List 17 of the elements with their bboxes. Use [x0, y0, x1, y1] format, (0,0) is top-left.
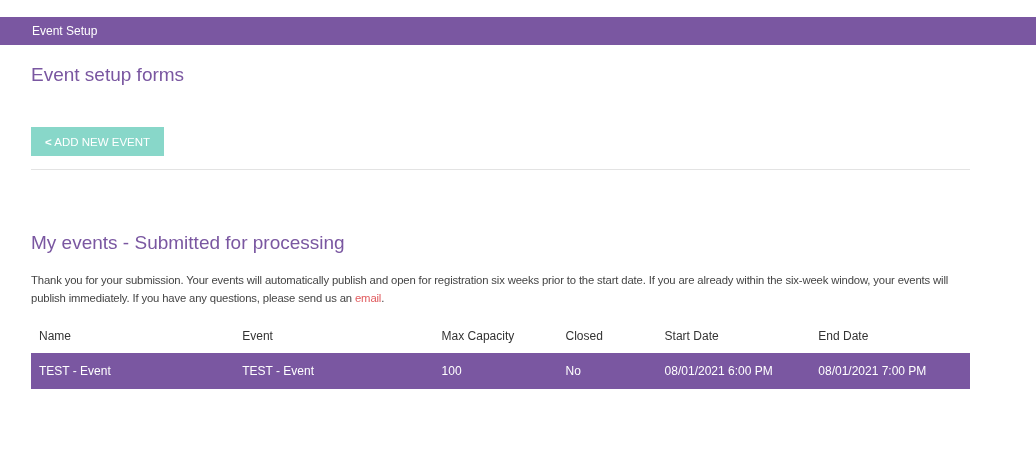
table-cell-text: No — [565, 364, 582, 378]
banner-title: Event Setup — [32, 24, 98, 38]
table-row[interactable]: TEST - Event TEST - Event 100 No 08/01/2021 6:00 PM 08/01/2021 7:00 PM — [31, 353, 970, 389]
column-header: Name — [39, 329, 72, 343]
notice-text: Thank you for your submission. Your events will automatically publish and open for registration six weeks prior to the start date. If you are already within the six-week window, your events will publish immediately. If you have any questions, please send us an email. — [31, 273, 950, 306]
column-header: Closed — [565, 329, 604, 343]
table-cell-text: 08/01/2021 6:00 PM — [664, 364, 774, 378]
page-title: Event setup forms — [31, 64, 186, 87]
table-cell-text: TEST - Event — [242, 364, 316, 378]
section-title: My events - Submitted for processing — [31, 232, 346, 254]
column-header: Max Capacity — [441, 329, 516, 343]
column-header: End Date — [818, 329, 870, 343]
column-header: Event — [242, 329, 274, 343]
table-cell-text: TEST - Event — [39, 364, 112, 378]
table-cell-text: 100 — [441, 364, 463, 378]
column-header: Start Date — [664, 329, 720, 343]
table-cell-text: 08/01/2021 7:00 PM — [818, 364, 928, 378]
